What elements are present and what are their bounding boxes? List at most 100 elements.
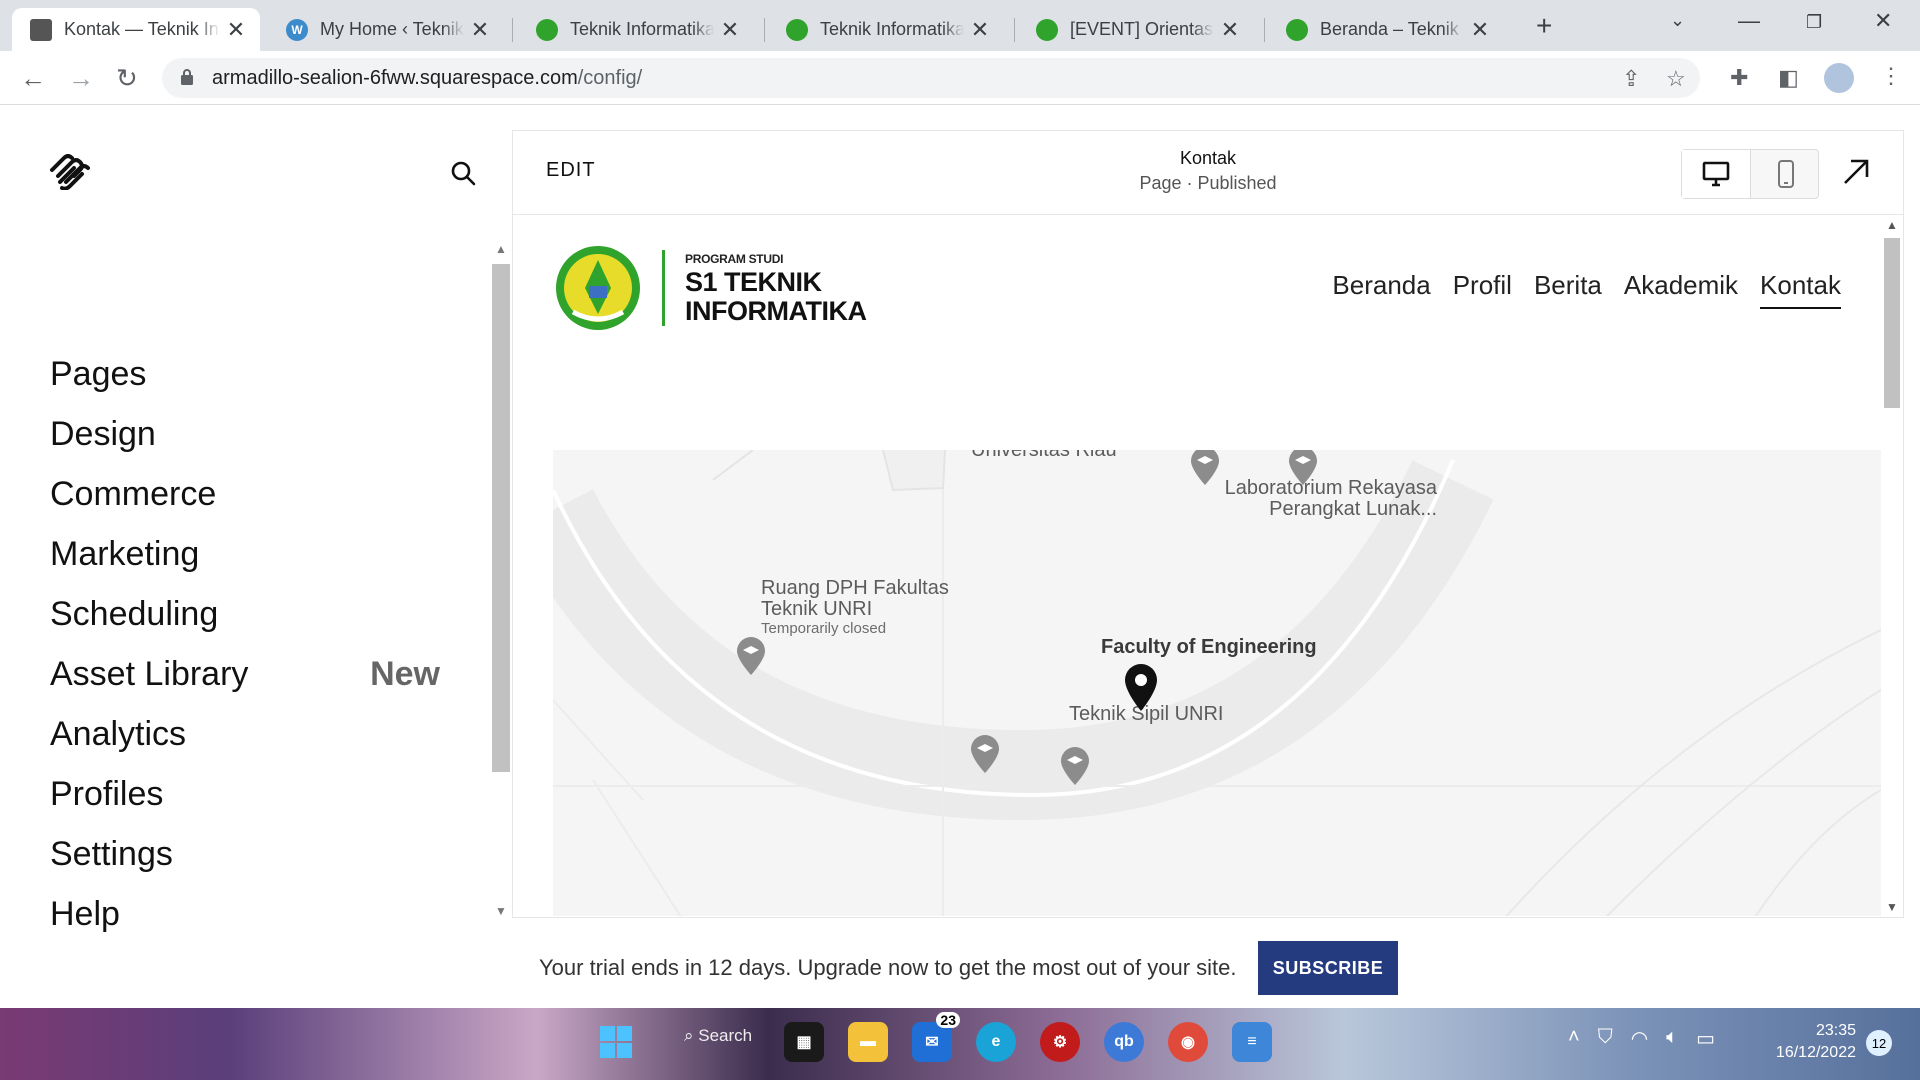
site-preview: PROGRAM STUDI S1 TEKNIK INFORMATIKA Bera… — [513, 216, 1881, 916]
sidebar-scrollbar[interactable]: ▲ ▼ — [490, 240, 512, 920]
squarespace-logo-icon[interactable] — [48, 154, 92, 190]
scroll-up-arrow-icon[interactable]: ▲ — [1886, 218, 1898, 232]
map-location-pin-icon[interactable] — [1123, 662, 1159, 712]
notepad-icon[interactable]: ≡ — [1232, 1022, 1272, 1062]
address-bar[interactable]: armadillo-sealion-6fww.squarespace.com/c… — [162, 58, 1700, 98]
map-poi-school-icon[interactable] — [735, 636, 767, 676]
wifi-icon[interactable]: ◠ — [1631, 1026, 1648, 1051]
forward-arrow-icon[interactable]: → — [68, 63, 94, 94]
close-tab-icon[interactable]: ✕ — [1220, 17, 1240, 43]
side-panel-icon[interactable]: ◧ — [1778, 65, 1799, 91]
mail-icon[interactable]: ✉ 23 — [912, 1012, 960, 1062]
scroll-up-arrow-icon[interactable]: ▲ — [495, 242, 507, 256]
qbittorrent-icon[interactable]: qb — [1104, 1022, 1144, 1062]
desktop-monitor-icon — [1702, 161, 1730, 187]
taskbar-search[interactable]: ⌕ Search — [684, 1026, 752, 1046]
sidebar-item-commerce[interactable]: Commerce — [50, 464, 440, 524]
editor-topbar: EDIT Kontak Page · Published — [513, 131, 1903, 215]
notification-count-badge[interactable]: 12 — [1866, 1030, 1892, 1056]
sidebar-item-help[interactable]: Help — [50, 884, 440, 944]
battery-icon[interactable]: ▭ — [1696, 1026, 1715, 1051]
sidebar-item-scheduling[interactable]: Scheduling — [50, 584, 440, 644]
scrollbar-thumb[interactable] — [492, 264, 510, 772]
back-arrow-icon[interactable]: ← — [20, 63, 46, 94]
search-icon[interactable] — [450, 160, 476, 186]
subscribe-button[interactable]: SUBSCRIBE — [1258, 941, 1398, 995]
nav-link-berita[interactable]: Berita — [1534, 270, 1602, 309]
sidebar-item-settings[interactable]: Settings — [50, 824, 440, 884]
window-close-icon[interactable]: ✕ — [1874, 8, 1892, 34]
share-icon[interactable]: ⇪ — [1622, 66, 1640, 92]
wordpress-icon: W — [286, 18, 308, 41]
tray-chevron-icon[interactable]: ˄ — [1568, 1026, 1580, 1051]
nav-link-beranda[interactable]: Beranda — [1332, 270, 1430, 309]
sidebar-item-marketing[interactable]: Marketing — [50, 524, 440, 584]
sidebar-item-profiles[interactable]: Profiles — [50, 764, 440, 824]
browser-tab-strip: Kontak — Teknik Informatika ✕ W My Home … — [0, 0, 1920, 51]
browser-tab[interactable]: Teknik Informatika UNRI ✕ — [768, 8, 1004, 51]
site-navigation: Beranda Profil Berita Akademik Kontak — [1332, 270, 1841, 309]
nav-link-kontak[interactable]: Kontak — [1760, 270, 1841, 309]
new-tab-icon[interactable]: + — [1536, 10, 1552, 42]
map-label-universitas: Universitas Riau — [971, 450, 1117, 461]
brand-subtitle: PROGRAM STUDI — [685, 252, 784, 266]
browser-tab[interactable]: Kontak — Teknik Informatika ✕ — [12, 8, 260, 51]
chrome-menu-icon[interactable]: ⋮ — [1880, 63, 1902, 89]
taskbar-clock[interactable]: 23:35 16/12/2022 — [1760, 1020, 1856, 1064]
desktop-view-button[interactable] — [1682, 150, 1751, 198]
sidebar-item-analytics[interactable]: Analytics — [50, 704, 440, 764]
close-tab-icon[interactable]: ✕ — [720, 17, 740, 43]
volume-icon[interactable]: 🔈︎ — [1666, 1026, 1678, 1051]
app-gear-icon[interactable]: ⚙ — [1040, 1022, 1080, 1062]
edge-browser-icon[interactable]: e — [976, 1022, 1016, 1062]
sidebar-item-asset-library[interactable]: Asset Library New — [50, 644, 440, 704]
close-tab-icon[interactable]: ✕ — [1470, 17, 1490, 43]
map-poi-school-icon[interactable] — [969, 734, 1001, 774]
unri-logo-icon — [786, 18, 808, 41]
mobile-phone-icon — [1777, 160, 1794, 188]
windows-start-icon[interactable] — [596, 1022, 636, 1062]
browser-tab[interactable]: Beranda – Teknik Informatika ✕ — [1268, 8, 1504, 51]
chrome-icon[interactable]: ◉ — [1168, 1022, 1208, 1062]
unri-logo-icon — [556, 246, 640, 330]
embedded-map[interactable]: Universitas Riau Laboratorium Rekayasa P… — [553, 450, 1881, 916]
scrollbar-thumb[interactable] — [1884, 238, 1900, 408]
map-label-temporarily-closed: Temporarily closed — [761, 620, 887, 637]
unri-logo-icon — [1036, 18, 1058, 41]
tab-divider — [764, 18, 765, 42]
scroll-down-arrow-icon[interactable]: ▼ — [1886, 900, 1898, 914]
browser-tab[interactable]: Teknik Informatika UNRI ✕ — [518, 8, 754, 51]
browser-tab[interactable]: W My Home ‹ Teknik Informatika ✕ — [268, 8, 504, 51]
file-explorer-icon[interactable]: ▬ — [848, 1022, 888, 1062]
new-badge: New — [370, 654, 440, 693]
brand-divider — [662, 250, 665, 326]
minimize-icon[interactable]: — — [1738, 8, 1760, 34]
restore-icon[interactable]: ❐ — [1806, 12, 1822, 33]
map-poi-school-icon[interactable] — [1189, 450, 1221, 486]
extensions-puzzle-icon[interactable]: ✚ — [1730, 65, 1748, 91]
close-tab-icon[interactable]: ✕ — [970, 17, 990, 43]
reload-icon[interactable]: ↻ — [116, 63, 138, 94]
tab-divider — [1014, 18, 1015, 42]
microsoft-store-icon[interactable]: ▦ — [784, 1022, 824, 1062]
browser-tab[interactable]: [EVENT] Orientasi Program Studi ✕ — [1018, 8, 1254, 51]
squarespace-cube-icon — [30, 18, 52, 41]
scroll-down-arrow-icon[interactable]: ▼ — [495, 904, 507, 918]
tab-search-chevron-icon[interactable]: ⌄ — [1670, 10, 1685, 31]
defender-shield-icon[interactable]: ⛉ — [1598, 1026, 1613, 1051]
profile-avatar[interactable] — [1824, 63, 1854, 93]
nav-link-profil[interactable]: Profil — [1453, 270, 1512, 309]
unri-logo-icon — [1286, 18, 1308, 41]
preview-scrollbar[interactable]: ▲ ▼ — [1881, 216, 1903, 916]
bookmark-star-icon[interactable]: ☆ — [1666, 66, 1686, 92]
sidebar-item-design[interactable]: Design — [50, 404, 440, 464]
map-poi-school-icon[interactable] — [1287, 450, 1319, 486]
nav-link-akademik[interactable]: Akademik — [1624, 270, 1738, 309]
close-tab-icon[interactable]: ✕ — [470, 17, 490, 43]
map-poi-school-icon[interactable] — [1059, 746, 1091, 786]
sidebar-item-pages[interactable]: Pages — [50, 344, 440, 404]
system-tray: ˄ ⛉ ◠ 🔈︎ ▭ — [1568, 1026, 1715, 1051]
mobile-view-button[interactable] — [1751, 150, 1820, 198]
expand-arrow-icon[interactable] — [1839, 155, 1873, 189]
close-tab-icon[interactable]: ✕ — [226, 17, 246, 43]
